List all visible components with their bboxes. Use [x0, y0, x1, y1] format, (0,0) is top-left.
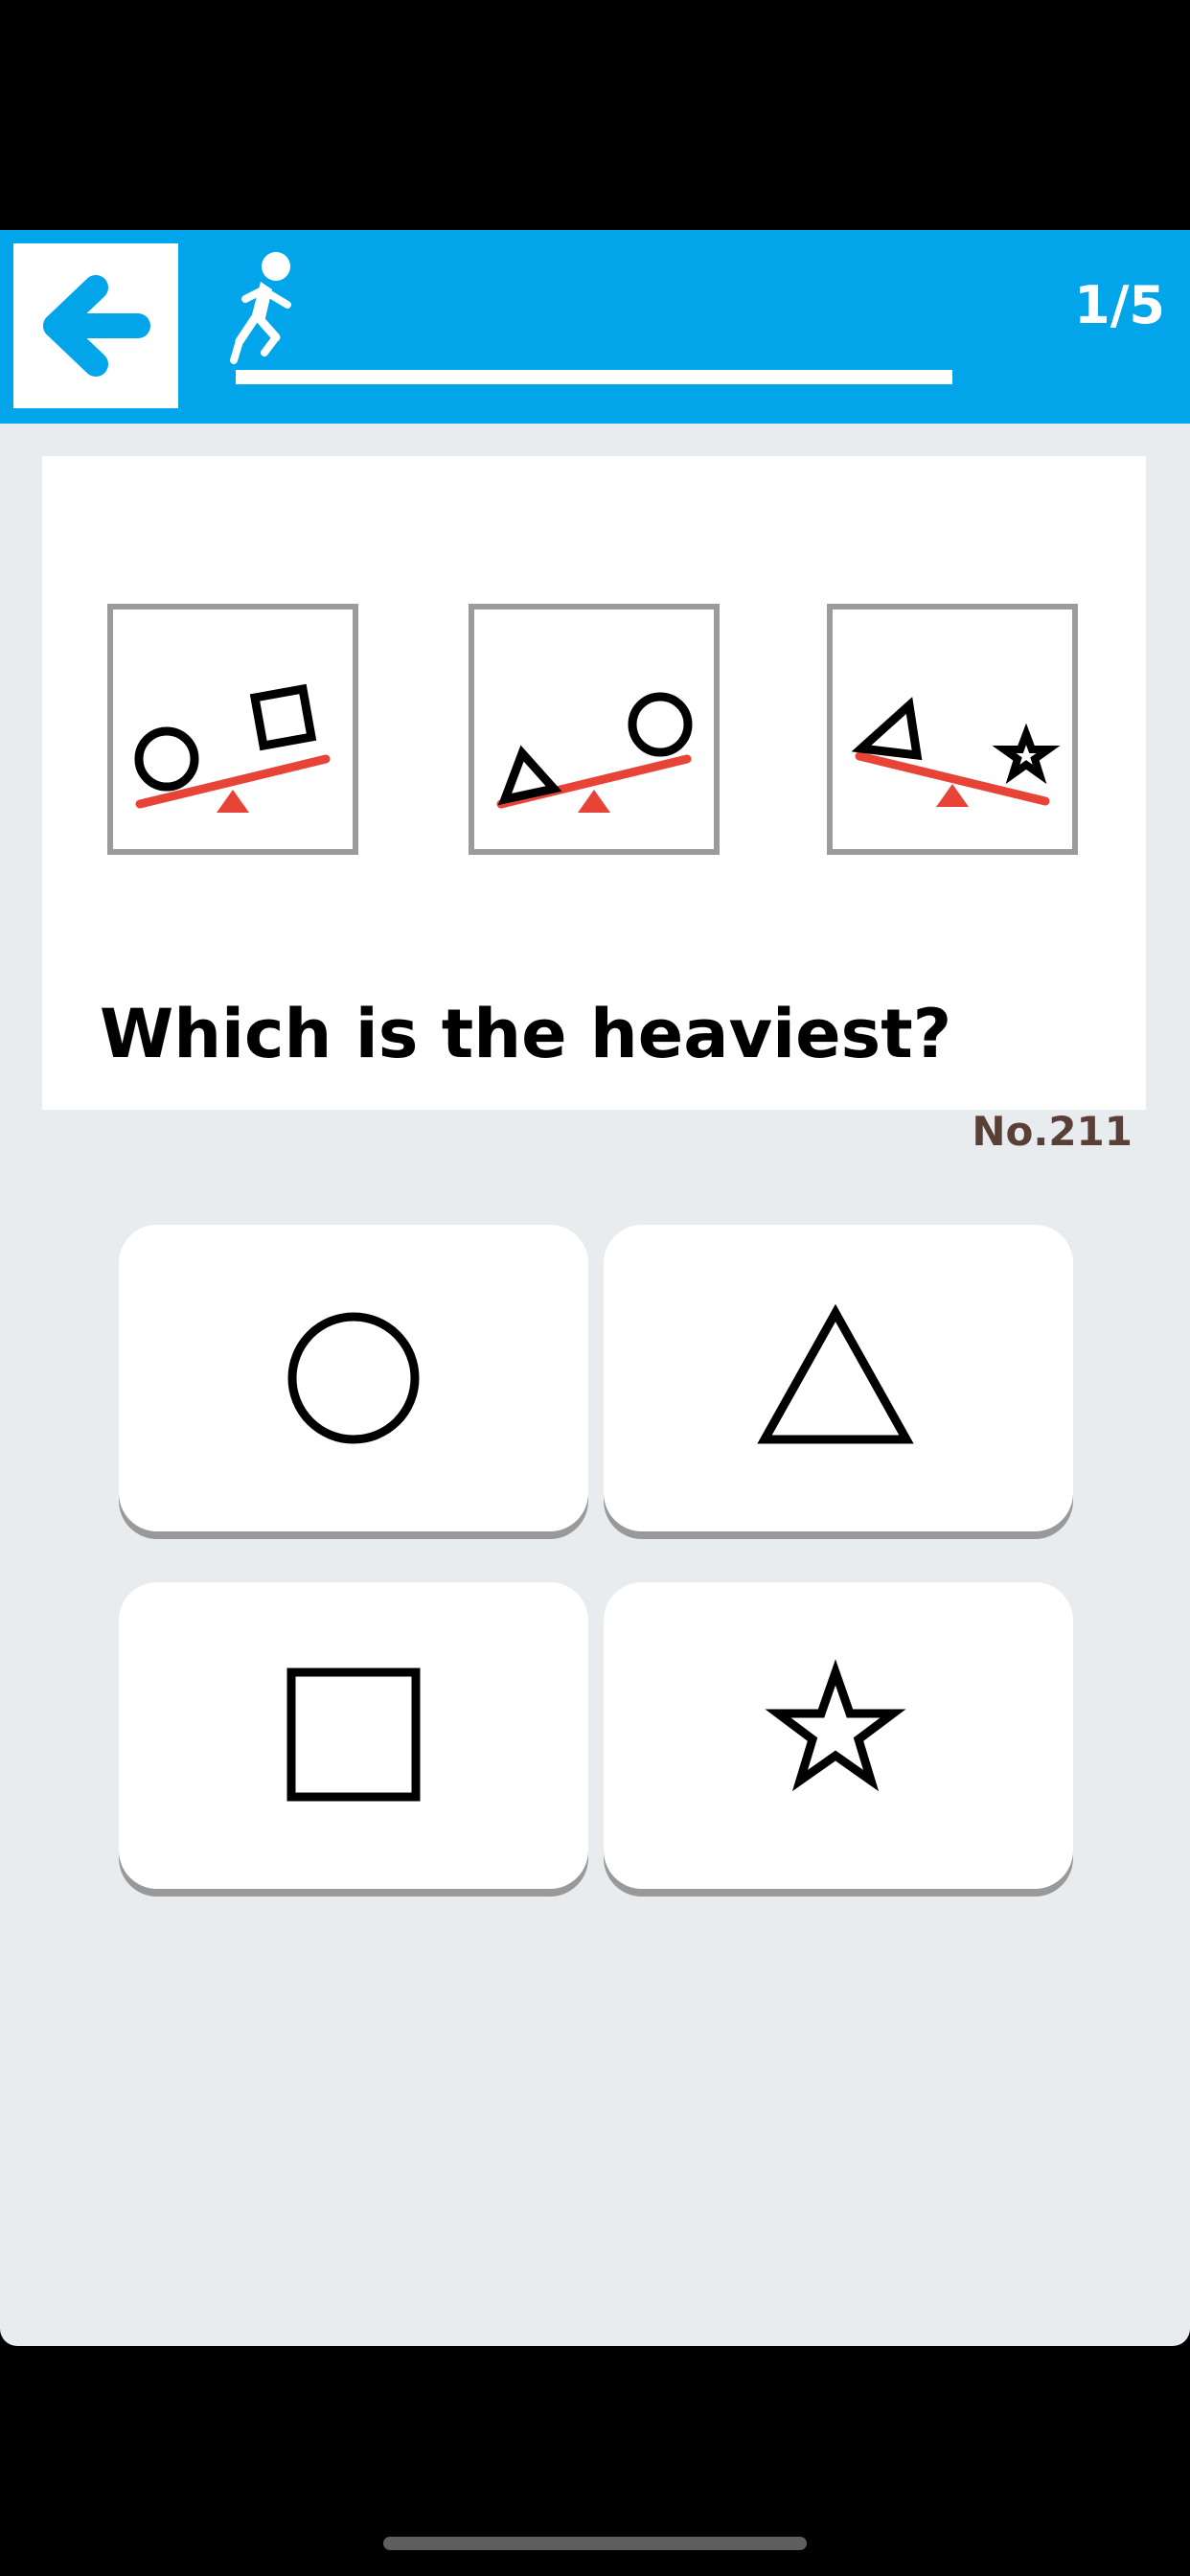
- answer-triangle-button[interactable]: [604, 1225, 1073, 1531]
- seesaw-scene-2: [469, 604, 720, 855]
- question-number: No.211: [972, 1108, 1133, 1155]
- home-indicator[interactable]: [383, 2537, 807, 2550]
- answer-circle-button[interactable]: [119, 1225, 588, 1531]
- answer-star-button[interactable]: [604, 1582, 1073, 1889]
- square-outline-icon: [286, 1668, 421, 1802]
- circle-outline-icon: [287, 1312, 420, 1444]
- triangle-outline-icon: [757, 1303, 914, 1444]
- seesaw-scene-1: [107, 604, 358, 855]
- seesaw-scene-3: [827, 604, 1078, 855]
- top-bar: 1/5: [0, 230, 1190, 424]
- star-outline-icon: [765, 1659, 906, 1792]
- back-button[interactable]: [13, 243, 178, 408]
- quiz-screen: 1/5 Which is the heaviest? No.211: [0, 230, 1190, 2346]
- progress-bar: [236, 370, 952, 384]
- answer-square-button[interactable]: [119, 1582, 588, 1889]
- arrow-left-icon: [43, 275, 150, 377]
- running-person-icon: [230, 252, 291, 364]
- question-card: Which is the heaviest?: [42, 456, 1146, 1110]
- progress-fill: [236, 370, 379, 384]
- question-text: Which is the heaviest?: [100, 995, 952, 1073]
- question-counter: 1/5: [1074, 275, 1165, 335]
